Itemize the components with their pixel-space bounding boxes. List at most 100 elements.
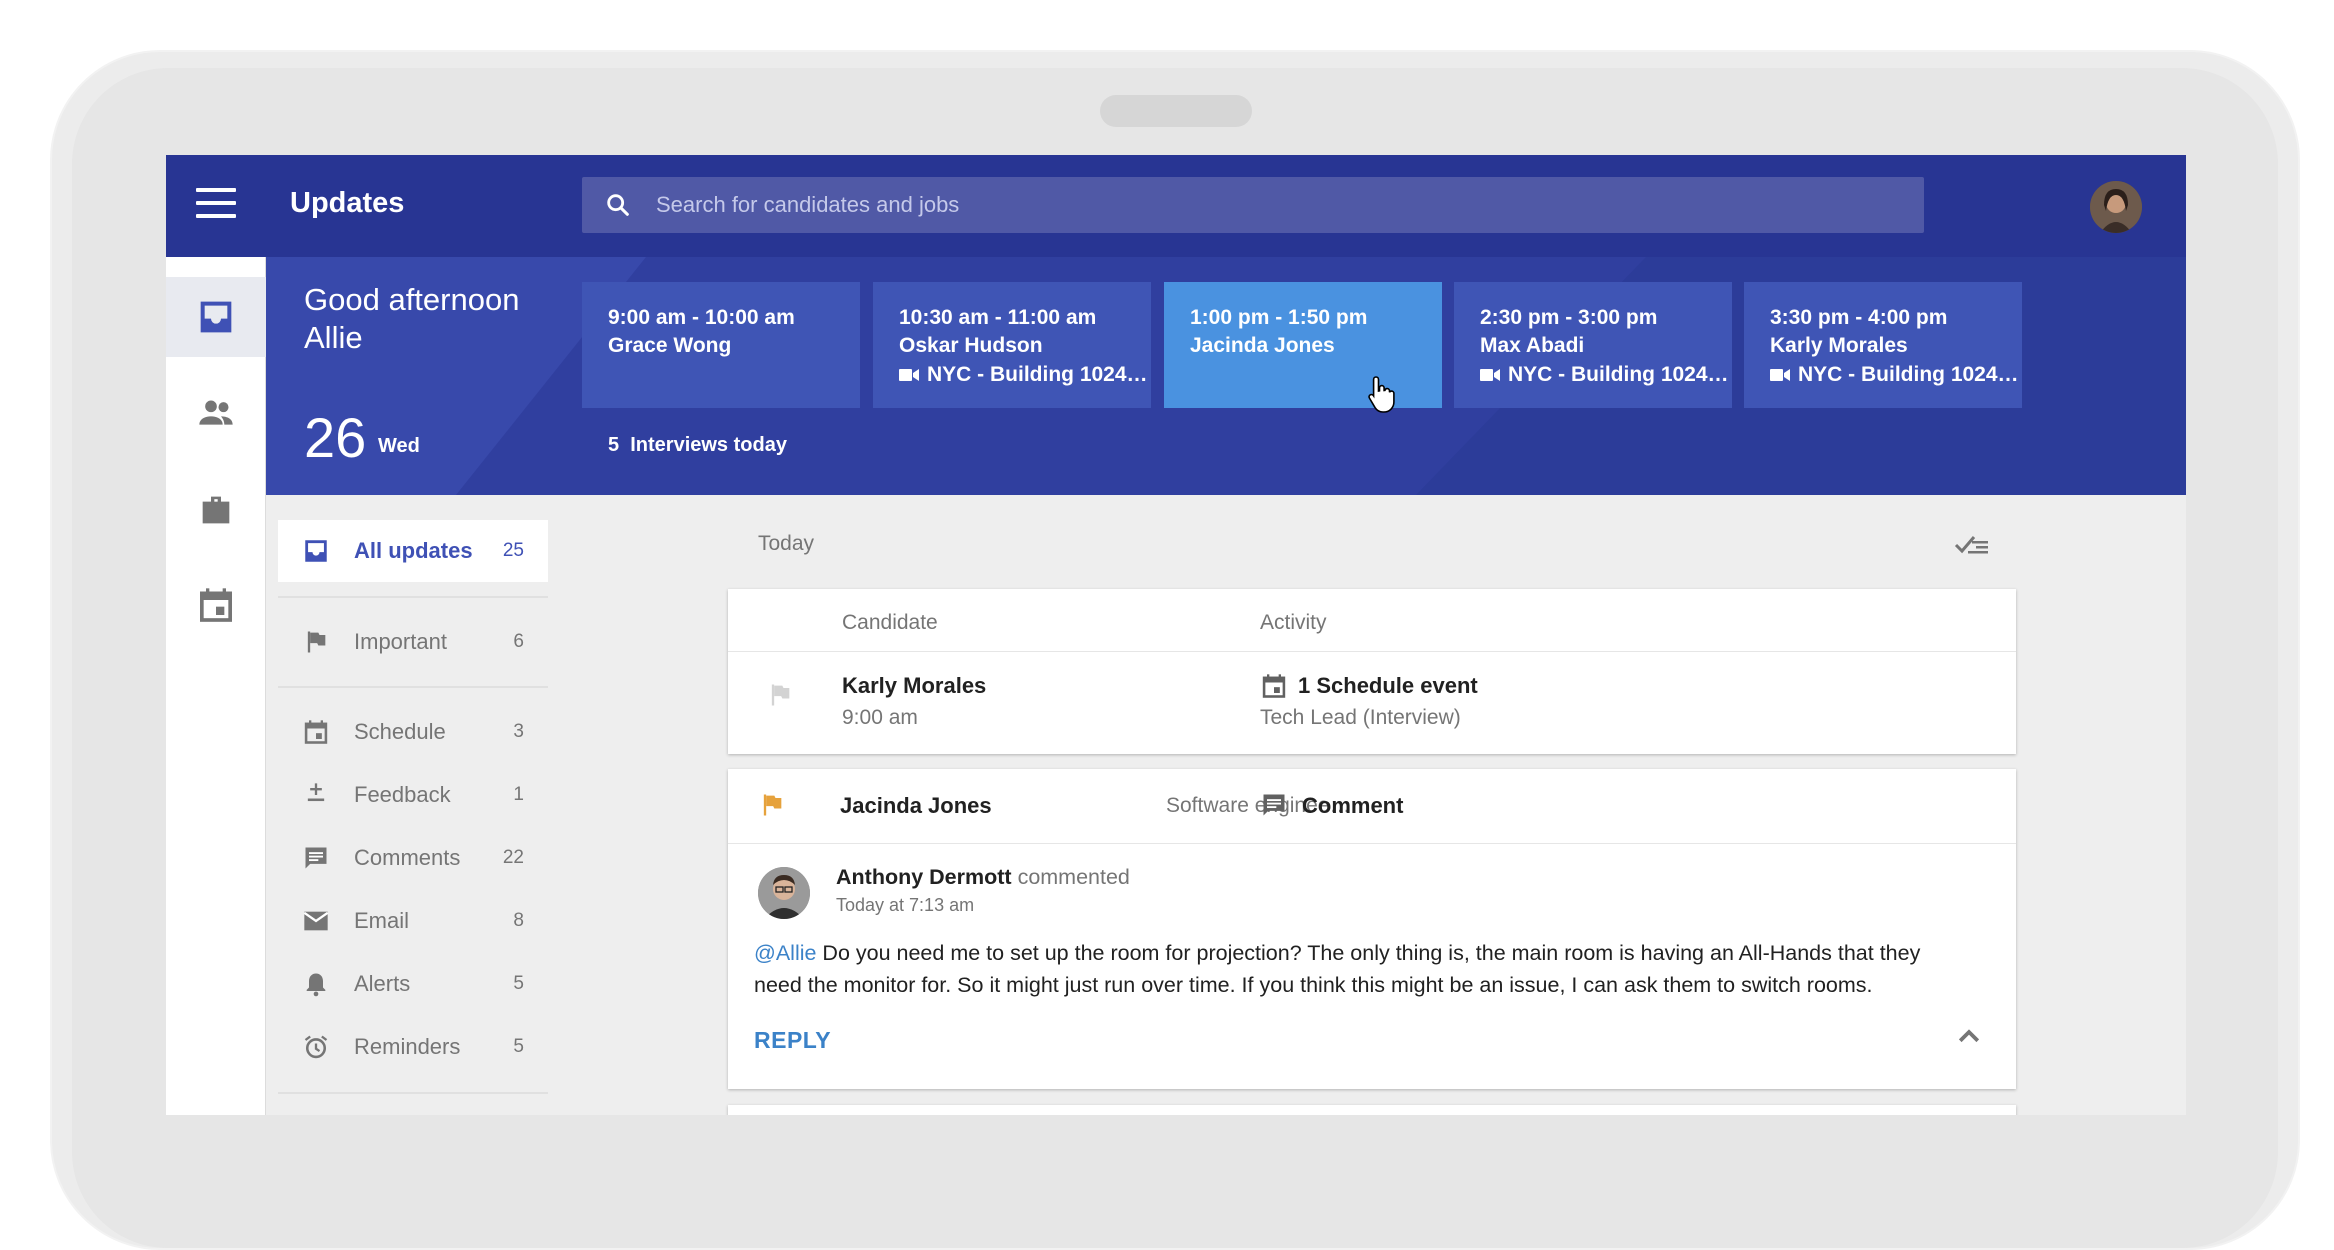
feedback-icon <box>302 781 330 809</box>
comment-timestamp: Today at 7:13 am <box>836 895 975 915</box>
filter-alerts[interactable]: Alerts 5 <box>278 952 548 1015</box>
nav-rail <box>166 257 266 1115</box>
menu-icon[interactable] <box>196 188 236 224</box>
interview-card[interactable]: 2:30 pm - 3:00 pm Max Abadi NYC - Buildi… <box>1454 282 1732 408</box>
interviews-today-count: 5 Interviews today <box>608 434 787 456</box>
calendar-icon <box>1262 674 1286 698</box>
filter-comments[interactable]: Comments 22 <box>278 826 548 889</box>
interview-time: 10:30 am - 11:00 am <box>899 306 1097 329</box>
filter-count: 6 <box>513 631 524 652</box>
video-camera-icon <box>899 369 919 381</box>
avatar[interactable] <box>2090 181 2142 233</box>
video-camera-icon <box>1480 369 1500 381</box>
interview-candidate: Grace Wong <box>608 334 732 357</box>
interview-time: 1:00 pm - 1:50 pm <box>1190 306 1368 329</box>
interview-card[interactable]: 3:30 pm - 4:00 pm Karly Morales NYC - Bu… <box>1744 282 2022 408</box>
search-bar[interactable] <box>582 177 1924 233</box>
filter-reminders[interactable]: Reminders 5 <box>278 1015 548 1078</box>
column-header-candidate: Candidate <box>842 611 938 634</box>
comment-header: Anthony Dermott commented <box>836 865 1130 890</box>
device-speaker <box>1100 95 1252 127</box>
filter-label: Feedback <box>354 781 451 807</box>
interview-card[interactable]: 10:30 am - 11:00 am Oskar Hudson NYC - B… <box>873 282 1151 408</box>
interview-time: 2:30 pm - 3:00 pm <box>1480 306 1658 329</box>
page-title: Updates <box>290 187 405 219</box>
filter-label: Email <box>354 907 410 933</box>
column-header-activity: Activity <box>1260 611 1327 634</box>
updates-filter-list: All updates 25 Important 6 Schedule 3 Fe… <box>278 520 548 1094</box>
comment-body: @Allie Do you need me to set up the room… <box>754 937 1974 1001</box>
video-camera-icon <box>1770 369 1790 381</box>
date-number: 26 <box>304 406 367 469</box>
divider <box>728 843 2016 844</box>
divider <box>278 1092 548 1094</box>
candidate-name[interactable]: Karly Morales <box>842 673 986 699</box>
comment-text: Do you need me to set up the room for pr… <box>754 941 1921 997</box>
mark-all-read-icon[interactable] <box>1952 529 1992 559</box>
activity-title[interactable]: 1 Schedule event <box>1298 673 1478 699</box>
interview-candidate: Oskar Hudson <box>899 334 1043 357</box>
search-input[interactable] <box>656 177 1896 233</box>
interview-location: NYC - Building 1024… <box>1798 363 2019 386</box>
rail-jobs-icon[interactable] <box>166 470 266 550</box>
daily-summary-banner: Good afternoon Allie 26 Wed 9:00 am - 10… <box>266 257 2186 495</box>
filter-label: Important <box>354 629 447 654</box>
filter-feedback[interactable]: Feedback 1 <box>278 763 548 826</box>
inbox-icon <box>302 537 330 565</box>
update-card <box>728 1105 2016 1115</box>
filter-email[interactable]: Email 8 <box>278 889 548 952</box>
app-screen: Updates Good afternoon Allie 26 Wed 9 <box>166 155 2186 1115</box>
rail-calendar-icon[interactable] <box>166 565 266 645</box>
update-card: Candidate Activity Karly Morales 9:00 am… <box>728 589 2016 754</box>
filter-label: Comments <box>354 844 461 870</box>
filter-count: 5 <box>513 1035 524 1057</box>
activity-detail: Tech Lead (Interview) <box>1260 706 1461 729</box>
interview-time: 3:30 pm - 4:00 pm <box>1770 306 1948 329</box>
flag-icon[interactable] <box>766 681 794 709</box>
interview-candidate: Max Abadi <box>1480 334 1585 357</box>
filter-schedule[interactable]: Schedule 3 <box>278 700 548 763</box>
filter-count: 3 <box>513 720 524 742</box>
filter-count: 25 <box>502 540 524 561</box>
interview-candidate: Jacinda Jones <box>1190 334 1335 357</box>
alarm-icon <box>302 1033 330 1061</box>
interview-location: NYC - Building 1024… <box>1508 363 1729 386</box>
filter-label: Schedule <box>354 718 446 744</box>
filter-count: 5 <box>513 972 524 994</box>
chevron-up-icon[interactable] <box>1954 1022 1984 1052</box>
flag-icon <box>302 628 330 656</box>
calendar-icon <box>302 718 330 746</box>
comment-icon <box>302 844 330 872</box>
comment-icon <box>1263 794 1285 816</box>
commenter-avatar[interactable] <box>758 867 810 919</box>
filter-label: Alerts <box>354 970 411 996</box>
event-time: 9:00 am <box>842 706 918 729</box>
filter-count: 22 <box>502 846 524 868</box>
app-bar: Updates <box>166 155 2186 257</box>
reply-button[interactable]: REPLY <box>754 1027 831 1054</box>
rail-updates-icon[interactable] <box>166 277 266 357</box>
commented-label: commented <box>1017 865 1130 889</box>
filter-count: 8 <box>513 909 524 931</box>
hand-cursor-icon <box>1368 376 1395 413</box>
filter-label: All updates <box>354 538 473 563</box>
rail-candidates-icon[interactable] <box>166 373 266 453</box>
section-heading: Today <box>758 532 815 555</box>
interview-candidate: Karly Morales <box>1770 334 1908 357</box>
interview-card[interactable]: 9:00 am - 10:00 am Grace Wong <box>582 282 860 408</box>
interview-time: 9:00 am - 10:00 am <box>608 306 795 329</box>
filter-all-updates[interactable]: All updates 25 <box>278 520 548 582</box>
email-icon <box>302 907 330 935</box>
divider <box>728 651 2016 652</box>
flag-icon[interactable] <box>758 791 786 819</box>
bell-icon <box>302 970 330 998</box>
candidate-name[interactable]: Jacinda Jones <box>840 793 992 819</box>
filter-important[interactable]: Important 6 <box>278 598 548 686</box>
mention-link[interactable]: @Allie <box>754 941 816 965</box>
activity-title[interactable]: Comment <box>1302 793 1403 819</box>
interview-card-selected[interactable]: 1:00 pm - 1:50 pm Jacinda Jones <box>1164 282 1442 408</box>
update-card: Jacinda Jones Software enginee… Comment … <box>728 769 2016 1089</box>
commenter-name[interactable]: Anthony Dermott <box>836 865 1012 889</box>
greeting-text: Good afternoon Allie <box>304 282 520 355</box>
date-day: Wed <box>378 435 420 457</box>
